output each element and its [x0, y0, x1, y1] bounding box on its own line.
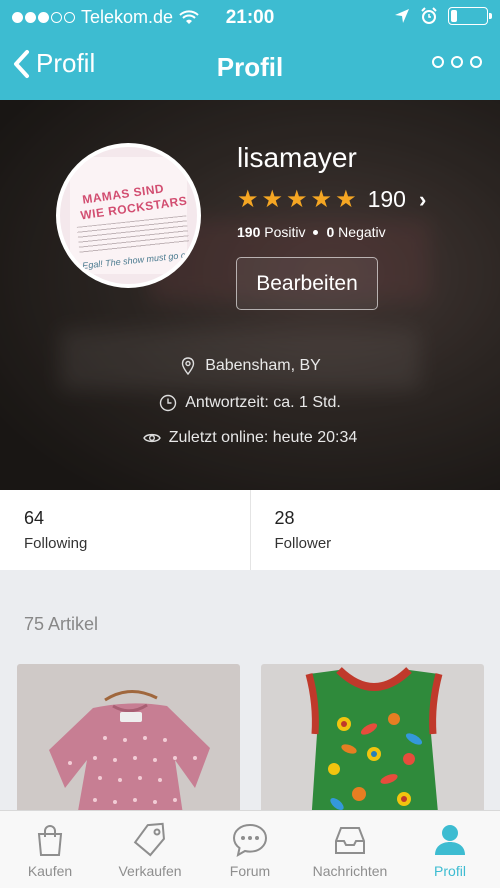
- location-arrow-icon: [395, 9, 409, 23]
- top-bar: Telekom.de 21:00 Profil Profil: [0, 0, 500, 100]
- more-dot-icon: [451, 56, 463, 68]
- following-stat[interactable]: 64 Following: [0, 490, 250, 570]
- person-icon: [435, 825, 465, 855]
- page-title: Profil: [216, 52, 284, 82]
- more-options-button[interactable]: [432, 56, 482, 68]
- positive-count: 190: [237, 224, 261, 240]
- tab-nachrichten[interactable]: Nachrichten: [300, 811, 400, 888]
- status-bar: Telekom.de 21:00: [0, 0, 500, 34]
- location-text: Babensham, BY: [205, 357, 321, 374]
- chat-bubble-icon: [232, 823, 268, 857]
- separator-dot: [313, 229, 319, 235]
- location-row: Babensham, BY: [0, 357, 500, 375]
- articles-count: 75 Artikel: [24, 614, 99, 634]
- chevron-right-icon: ›: [418, 186, 427, 212]
- last-online-row: Zuletzt online: heute 20:34: [0, 429, 500, 447]
- last-online-text: Zuletzt online: heute 20:34: [168, 429, 358, 446]
- article-thumbnail[interactable]: [17, 664, 240, 824]
- star-icon: ★: [335, 185, 357, 213]
- follower-count: 28: [274, 508, 295, 528]
- navigation-bar: Profil Profil: [0, 34, 500, 100]
- bag-icon: [37, 825, 63, 856]
- negative-count: 0: [326, 224, 335, 240]
- negative-label: Negativ: [338, 224, 386, 240]
- avatar[interactable]: MAMAS SIND WIE ROCKSTARS Egal! The show …: [56, 143, 201, 288]
- response-time-row: Antwortzeit: ca. 1 Std.: [0, 394, 500, 412]
- eye-icon: [142, 433, 161, 443]
- star-icon: ★: [286, 185, 308, 213]
- positive-label: Positiv: [264, 224, 306, 240]
- article-thumbnail[interactable]: [261, 664, 484, 824]
- tab-label: Forum: [229, 863, 271, 879]
- following-label: Following: [24, 535, 88, 552]
- tab-profil[interactable]: Profil: [400, 811, 500, 888]
- pink-dress-image: [49, 690, 210, 824]
- location-pin-icon: [181, 357, 195, 375]
- tag-icon: [133, 822, 165, 857]
- tab-label: Kaufen: [27, 863, 73, 879]
- alarm-clock-icon: [421, 7, 437, 24]
- tab-label: Verkaufen: [118, 863, 182, 879]
- follower-label: Follower: [274, 535, 332, 552]
- star-icon: ★: [310, 185, 333, 213]
- profile-header: MAMAS SIND WIE ROCKSTARS Egal! The show …: [0, 100, 500, 490]
- tab-verkaufen[interactable]: Verkaufen: [100, 811, 200, 888]
- clock-icon: [159, 394, 177, 412]
- more-dot-icon: [432, 56, 444, 68]
- tab-label: Nachrichten: [312, 863, 388, 879]
- star-icon: ★: [237, 185, 259, 213]
- rating-count: 190: [367, 186, 406, 212]
- green-paisley-dress-image: [305, 667, 443, 824]
- tab-label: Profil: [434, 863, 466, 879]
- follow-stats: 64 Following 28 Follower: [0, 490, 500, 570]
- rating-link[interactable]: ★ ★ ★ ★ ★ 190 ›: [237, 186, 426, 213]
- feedback-summary: 190 Positiv 0 Negativ: [237, 224, 386, 240]
- follower-stat[interactable]: 28 Follower: [249, 490, 500, 570]
- inbox-icon: [335, 827, 365, 854]
- tab-kaufen[interactable]: Kaufen: [0, 811, 100, 888]
- star-icon: ★: [261, 185, 284, 213]
- tab-forum[interactable]: Forum: [200, 811, 300, 888]
- more-dot-icon: [470, 56, 482, 68]
- status-right: [394, 7, 492, 25]
- following-count: 64: [24, 508, 45, 528]
- username: lisamayer: [237, 142, 357, 173]
- edit-profile-button[interactable]: Bearbeiten: [236, 257, 378, 310]
- tab-bar: Kaufen Verkaufen Forum Nachrichten Profi…: [0, 810, 500, 888]
- battery-icon: [448, 7, 492, 25]
- response-time-text: Antwortzeit: ca. 1 Std.: [185, 394, 341, 411]
